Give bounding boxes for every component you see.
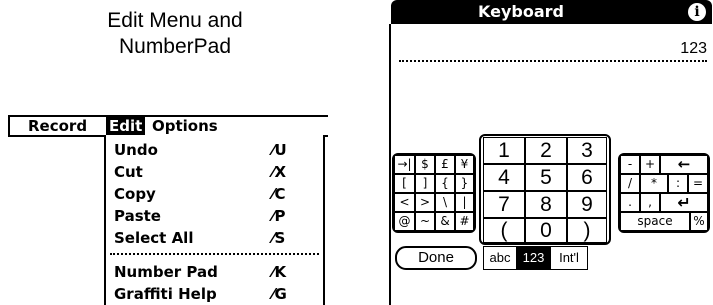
key-plus[interactable]: + bbox=[640, 155, 660, 174]
key-minus[interactable]: - bbox=[620, 155, 640, 174]
keyboard-title: Keyboard bbox=[478, 2, 564, 21]
shortcut-number-pad: ⁄K bbox=[272, 263, 287, 281]
key-percent[interactable]: % bbox=[690, 212, 708, 231]
key-at[interactable]: @ bbox=[394, 212, 415, 231]
key-asterisk[interactable]: * bbox=[640, 174, 668, 193]
keyboard-title-bar: Keyboard i bbox=[391, 0, 712, 24]
numpad-key-4[interactable]: 4 bbox=[483, 164, 525, 191]
key-colon[interactable]: : bbox=[668, 174, 688, 193]
numpad-key-0[interactable]: 0 bbox=[525, 218, 567, 243]
numpad-key-3[interactable]: 3 bbox=[567, 137, 607, 164]
key-yen[interactable]: ¥ bbox=[455, 155, 474, 174]
key-comma[interactable]: , bbox=[640, 193, 660, 212]
key-backslash[interactable]: \ bbox=[435, 193, 455, 212]
shortcut-paste: ⁄P bbox=[272, 207, 286, 225]
numpad-key-5[interactable]: 5 bbox=[525, 164, 567, 191]
tab-intl[interactable]: Int'l bbox=[550, 246, 588, 270]
caption: Edit Menu and NumberPad bbox=[60, 8, 290, 60]
key-period[interactable]: . bbox=[620, 193, 640, 212]
numpad-key-paren-right[interactable]: ) bbox=[567, 218, 607, 243]
key-equals[interactable]: = bbox=[688, 174, 708, 193]
space-key[interactable]: space bbox=[620, 212, 690, 231]
menu-item-undo[interactable]: Undo bbox=[114, 139, 158, 161]
shortcut-cut: ⁄X bbox=[272, 163, 287, 181]
numpad-key-7[interactable]: 7 bbox=[483, 191, 525, 218]
shortcut-select-all: ⁄S bbox=[272, 229, 286, 247]
text-field[interactable]: 123 bbox=[399, 38, 707, 62]
key-greater-than[interactable]: > bbox=[415, 193, 435, 212]
key-ampersand[interactable]: & bbox=[435, 212, 455, 231]
key-tilde[interactable]: ~ bbox=[415, 212, 435, 231]
menu-record[interactable]: Record bbox=[28, 117, 87, 135]
numpad-key-9[interactable]: 9 bbox=[567, 191, 607, 218]
edit-menu-dropdown: Undo ⁄U Cut ⁄X Copy ⁄C Paste ⁄P Select A… bbox=[104, 135, 325, 305]
info-icon[interactable]: i bbox=[688, 3, 706, 21]
return-icon[interactable]: ↵ bbox=[660, 193, 708, 212]
menu-item-select-all[interactable]: Select All bbox=[114, 227, 193, 249]
menu-edit[interactable]: Edit bbox=[106, 117, 146, 135]
tab-123[interactable]: 123 bbox=[517, 246, 550, 270]
caption-line-1: Edit Menu and bbox=[107, 9, 243, 32]
key-brace-left[interactable]: { bbox=[435, 174, 455, 193]
text-field-value: 123 bbox=[680, 40, 707, 57]
tab-abc[interactable]: abc bbox=[483, 246, 517, 270]
menu-separator bbox=[110, 253, 319, 255]
screen-left-border bbox=[389, 24, 391, 305]
key-less-than[interactable]: < bbox=[394, 193, 415, 212]
key-slash[interactable]: / bbox=[620, 174, 640, 193]
menu-item-copy[interactable]: Copy bbox=[114, 183, 156, 205]
caption-line-2: NumberPad bbox=[118, 35, 232, 58]
key-brace-right[interactable]: } bbox=[455, 174, 474, 193]
tab-key[interactable]: →| bbox=[394, 155, 415, 174]
numpad-key-6[interactable]: 6 bbox=[567, 164, 607, 191]
numpad-key-1[interactable]: 1 bbox=[483, 137, 525, 164]
keyboard-screen: Keyboard i 123 →| $ £ ¥ [ ] { } < > \ | … bbox=[379, 0, 713, 305]
key-hash[interactable]: # bbox=[455, 212, 474, 231]
menu-bar: Record Edit Options bbox=[8, 115, 328, 137]
menu-item-number-pad[interactable]: Number Pad bbox=[114, 261, 218, 283]
menu-item-paste[interactable]: Paste bbox=[114, 205, 161, 227]
key-pipe[interactable]: | bbox=[455, 193, 474, 212]
key-bracket-left[interactable]: [ bbox=[394, 174, 415, 193]
menu-options[interactable]: Options bbox=[152, 117, 218, 135]
key-pound[interactable]: £ bbox=[435, 155, 455, 174]
numpad-key-8[interactable]: 8 bbox=[525, 191, 567, 218]
shortcut-copy: ⁄C bbox=[272, 185, 286, 203]
numpad-key-2[interactable]: 2 bbox=[525, 137, 567, 164]
shortcut-undo: ⁄U bbox=[272, 141, 287, 159]
shortcut-graffiti-help: ⁄G bbox=[272, 285, 287, 303]
backspace-icon[interactable]: ← bbox=[660, 155, 708, 174]
done-button[interactable]: Done bbox=[395, 246, 477, 270]
menu-item-cut[interactable]: Cut bbox=[114, 161, 143, 183]
numpad-key-paren-left[interactable]: ( bbox=[483, 218, 525, 243]
key-bracket-right[interactable]: ] bbox=[415, 174, 435, 193]
key-dollar[interactable]: $ bbox=[415, 155, 435, 174]
menu-item-graffiti-help[interactable]: Graffiti Help bbox=[114, 283, 217, 305]
